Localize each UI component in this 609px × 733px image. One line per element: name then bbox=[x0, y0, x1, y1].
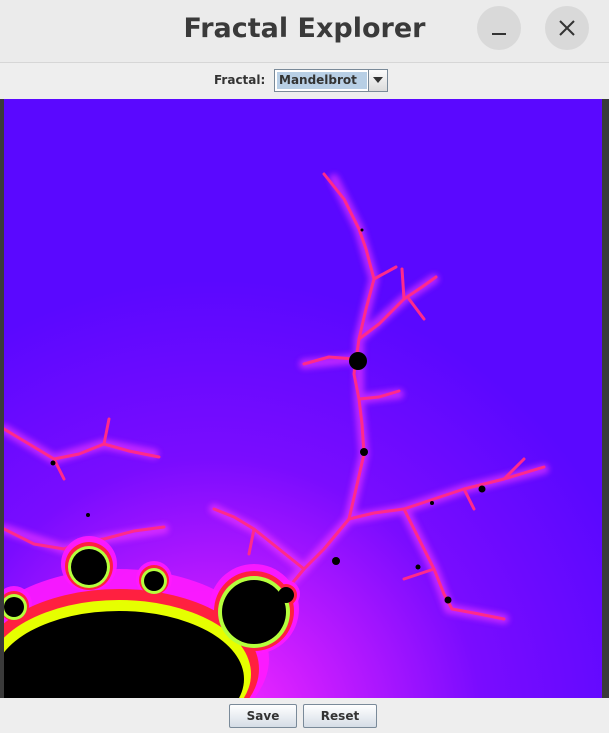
fractal-select[interactable]: Mandelbrot bbox=[274, 69, 388, 92]
minimize-button[interactable] bbox=[477, 6, 521, 50]
fractal-select-arrow[interactable] bbox=[368, 70, 387, 91]
bottom-button-bar: Save Reset bbox=[0, 698, 609, 733]
fractal-toolbar: Fractal: Mandelbrot bbox=[0, 63, 609, 99]
save-button[interactable]: Save bbox=[229, 704, 297, 728]
title-bar[interactable]: Fractal Explorer bbox=[0, 0, 609, 63]
close-icon bbox=[559, 20, 575, 36]
chevron-down-icon bbox=[373, 77, 383, 83]
close-button[interactable] bbox=[545, 6, 589, 50]
fractal-select-value: Mandelbrot bbox=[277, 72, 367, 89]
reset-button[interactable]: Reset bbox=[303, 704, 377, 728]
fractal-explorer-window: Fractal Explorer Fractal: Mandelbrot Sav… bbox=[0, 0, 609, 733]
minimize-icon bbox=[492, 33, 506, 35]
fractal-label: Fractal: bbox=[214, 73, 266, 87]
fractal-canvas[interactable] bbox=[4, 99, 602, 698]
fractal-image bbox=[4, 99, 602, 698]
right-edge bbox=[602, 99, 609, 698]
